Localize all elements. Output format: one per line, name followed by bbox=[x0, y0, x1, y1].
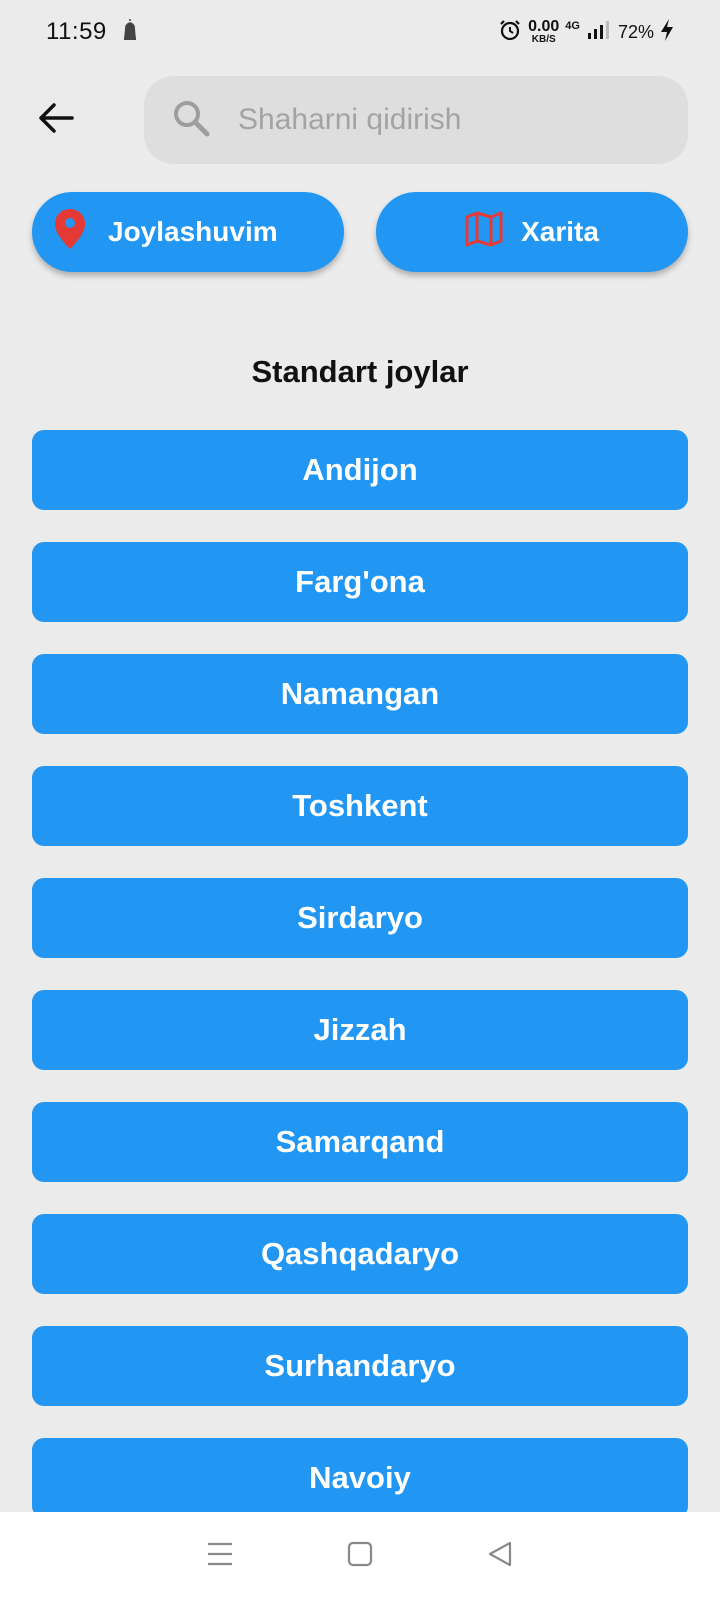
home-button[interactable] bbox=[340, 1536, 380, 1576]
speed-unit: KB/S bbox=[531, 34, 556, 45]
city-button[interactable]: Farg'ona bbox=[32, 542, 688, 622]
search-input[interactable] bbox=[238, 103, 658, 137]
triangle-back-icon bbox=[486, 1540, 514, 1573]
back-nav-button[interactable] bbox=[480, 1536, 520, 1576]
status-time: 11:59 bbox=[46, 18, 107, 45]
speed-value: 0.00 bbox=[528, 18, 560, 35]
city-button[interactable]: Surhandaryo bbox=[32, 1326, 688, 1406]
city-button[interactable]: Sirdaryo bbox=[32, 878, 688, 958]
map-label: Xarita bbox=[521, 216, 599, 247]
my-location-label: Joylashuvim bbox=[108, 216, 278, 247]
city-button[interactable]: Toshkent bbox=[32, 766, 688, 846]
search-icon bbox=[172, 99, 210, 142]
square-icon bbox=[346, 1540, 374, 1573]
section-title: Standart joylar bbox=[251, 354, 469, 389]
my-location-button[interactable]: Joylashuvim bbox=[32, 192, 344, 272]
city-button[interactable]: Navoiy bbox=[32, 1438, 688, 1518]
alarm-icon bbox=[498, 18, 522, 47]
network-type: 4G bbox=[565, 20, 580, 32]
map-button[interactable]: Xarita bbox=[376, 192, 688, 272]
location-pin-icon bbox=[54, 208, 86, 257]
city-list: Andijon Farg'ona Namangan Toshkent Sirda… bbox=[32, 430, 688, 1550]
status-right: 0.00 KB/S 4G 72% bbox=[498, 18, 674, 47]
city-button[interactable]: Jizzah bbox=[32, 990, 688, 1070]
search-box[interactable] bbox=[144, 76, 688, 164]
system-nav-bar bbox=[0, 1512, 720, 1600]
city-button[interactable]: Namangan bbox=[32, 654, 688, 734]
city-button[interactable]: Andijon bbox=[32, 430, 688, 510]
battery-percent: 72% bbox=[617, 21, 654, 42]
signal-icon bbox=[586, 19, 612, 46]
charging-icon bbox=[660, 18, 674, 47]
menu-icon bbox=[206, 1541, 234, 1572]
back-button[interactable] bbox=[32, 92, 80, 148]
city-button[interactable]: Qashqadaryo bbox=[32, 1214, 688, 1294]
arrow-left-icon bbox=[38, 102, 74, 139]
network-speed: 0.00 KB/S bbox=[528, 19, 559, 45]
status-bar: 11:59 0.00 KB/S 4G 72% bbox=[0, 0, 720, 64]
city-button[interactable]: Samarqand bbox=[32, 1102, 688, 1182]
status-left: 11:59 bbox=[46, 18, 139, 47]
map-icon bbox=[465, 211, 503, 254]
notification-icon bbox=[121, 18, 139, 47]
recents-button[interactable] bbox=[200, 1536, 240, 1576]
